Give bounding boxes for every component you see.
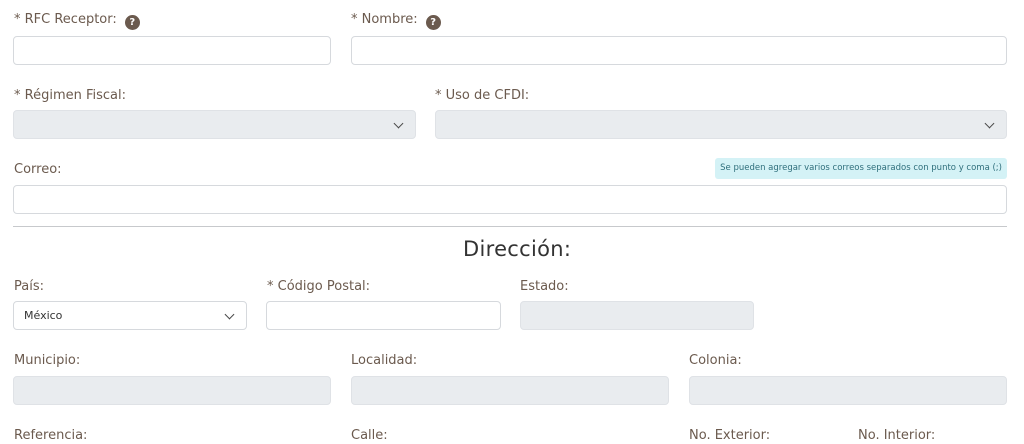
direccion-title: Dirección: [463, 237, 572, 261]
rfc-receptor-input[interactable] [13, 36, 331, 65]
uso-cfdi-value [436, 118, 446, 131]
uso-cfdi-select[interactable] [435, 110, 1007, 139]
rfc-receptor-label-text: * RFC Receptor: [14, 12, 117, 27]
section-divider [13, 226, 1007, 227]
correo-input[interactable] [13, 185, 1007, 214]
nombre-label-text: * Nombre: [351, 12, 418, 27]
localidad-label: Localidad: [351, 353, 418, 368]
municipio-label: Municipio: [14, 353, 81, 368]
localidad-input[interactable] [351, 376, 669, 405]
codigo-postal-input[interactable] [266, 301, 501, 330]
regimen-fiscal-label: * Régimen Fiscal: [14, 88, 126, 103]
question-circle-icon[interactable]: ? [124, 15, 140, 30]
chevron-down-icon [393, 118, 404, 129]
rfc-receptor-label: * RFC Receptor:? [14, 12, 140, 30]
pais-label: País: [14, 279, 44, 294]
correo-label: Correo: [14, 162, 62, 177]
colonia-input[interactable] [689, 376, 1007, 405]
no-interior-label: No. Interior: [858, 428, 936, 443]
chevron-down-icon [224, 309, 235, 320]
correo-hint-badge: Se pueden agregar varios correos separad… [715, 158, 1007, 179]
colonia-label: Colonia: [689, 353, 742, 368]
no-exterior-label: No. Exterior: [689, 428, 771, 443]
estado-input[interactable] [520, 301, 754, 330]
uso-cfdi-label: * Uso de CFDI: [435, 88, 530, 103]
nombre-input[interactable] [351, 36, 1007, 65]
pais-value: México [24, 309, 63, 322]
regimen-fiscal-select[interactable] [13, 110, 416, 139]
calle-label: Calle: [351, 428, 388, 443]
estado-label: Estado: [520, 279, 569, 294]
pais-select[interactable]: México [13, 301, 247, 330]
regimen-fiscal-value [14, 118, 24, 131]
question-circle-icon[interactable]: ? [425, 15, 441, 30]
municipio-input[interactable] [13, 376, 331, 405]
referencia-label: Referencia: [14, 428, 88, 443]
codigo-postal-label: * Código Postal: [267, 279, 371, 294]
nombre-label: * Nombre:? [351, 12, 441, 30]
chevron-down-icon [984, 118, 995, 129]
